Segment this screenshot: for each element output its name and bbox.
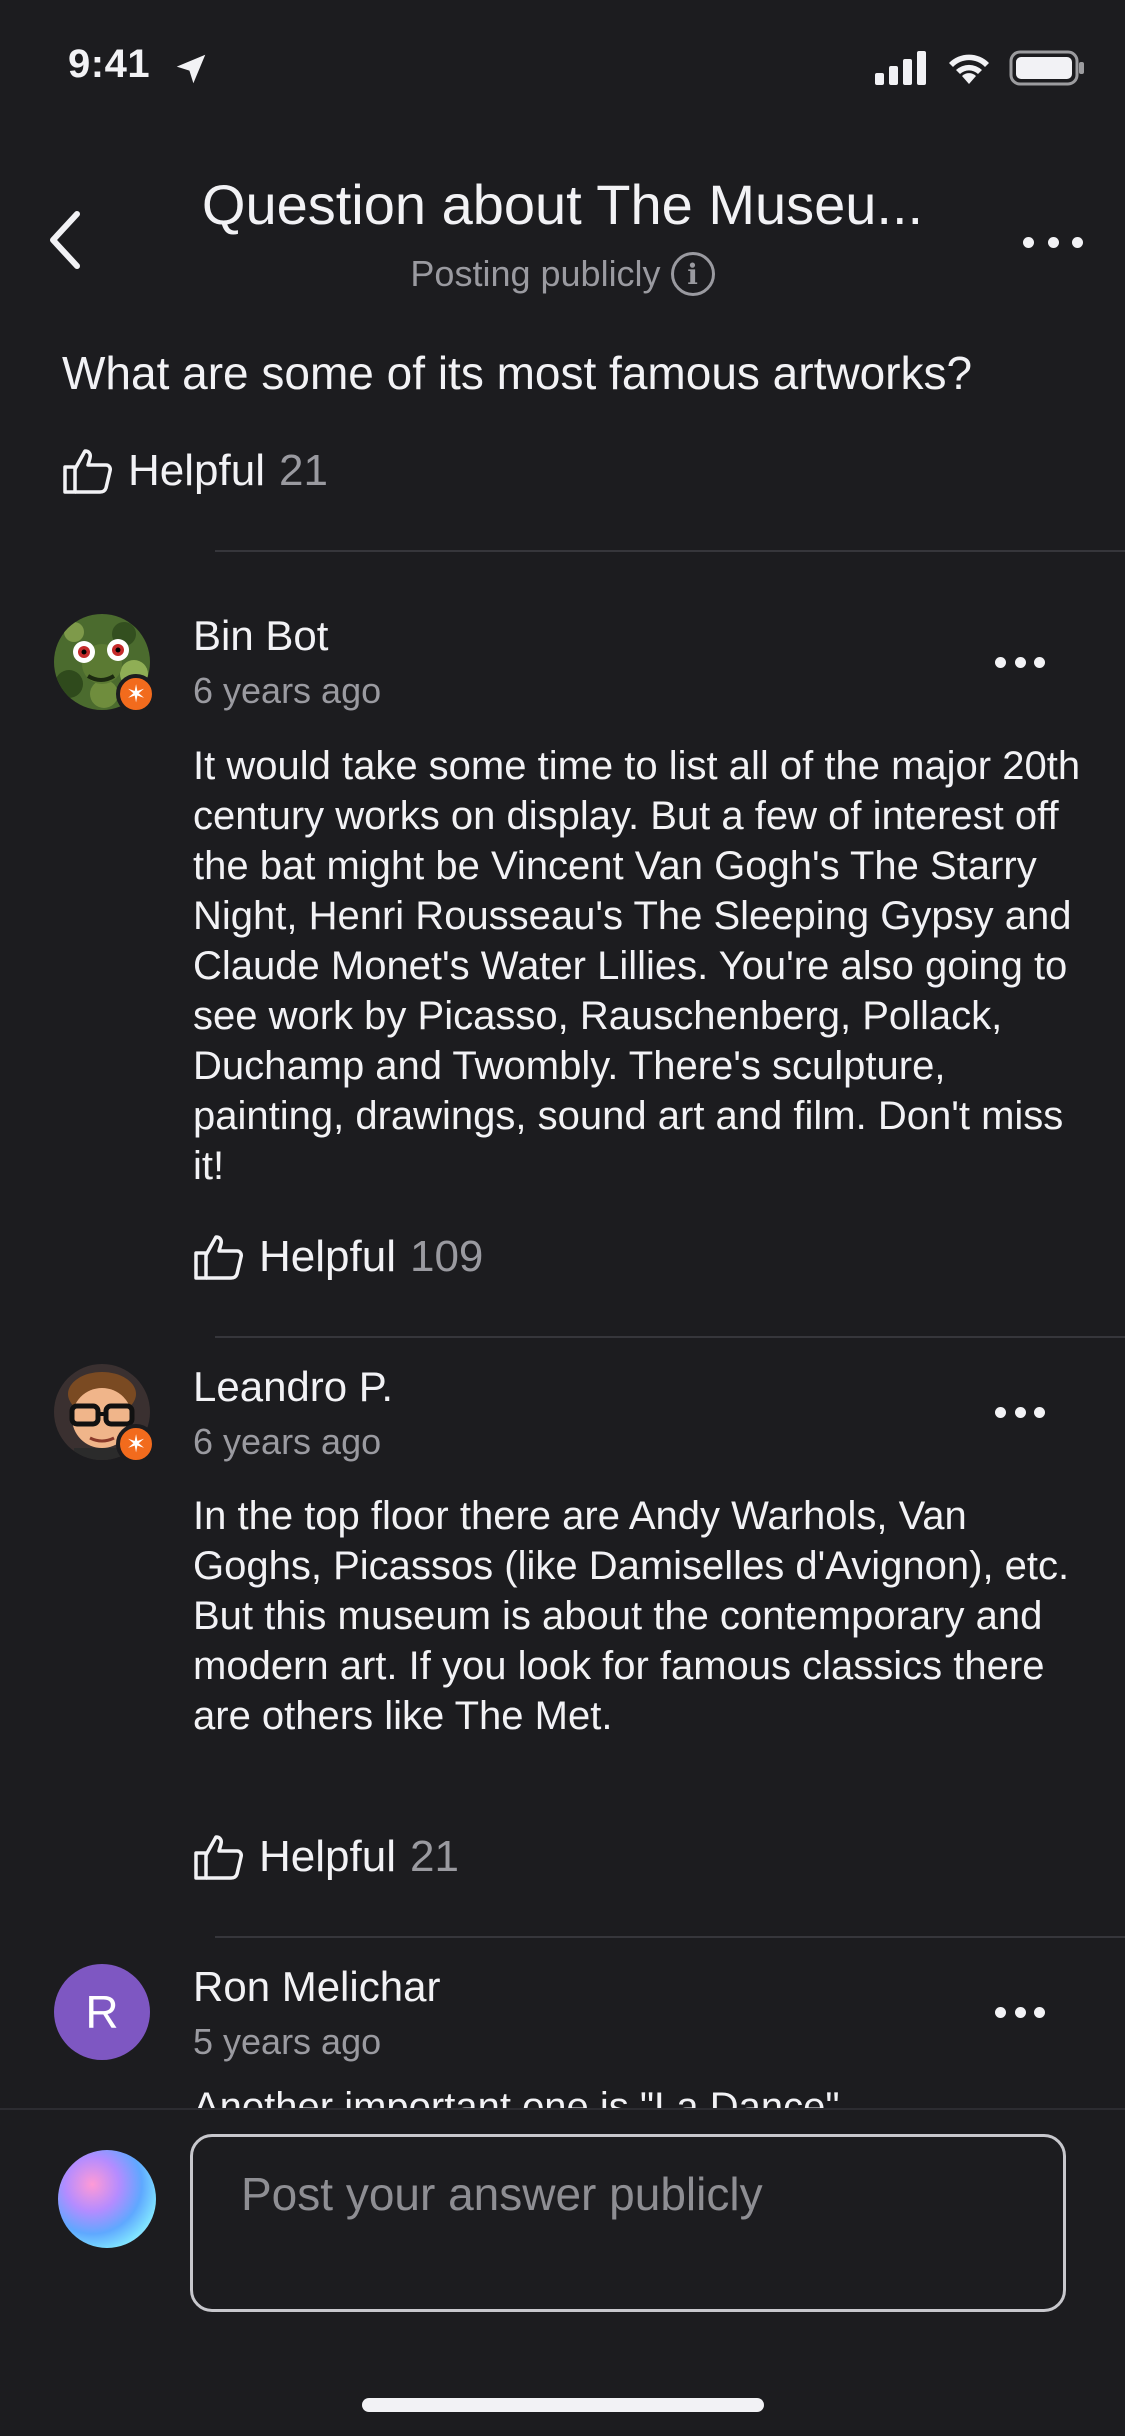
question-helpful-button[interactable]: Helpful 21 — [62, 446, 328, 496]
more-dot — [1034, 1406, 1045, 1418]
status-icons — [875, 50, 1085, 86]
answer-time: 6 years ago — [193, 1421, 382, 1462]
answer-input[interactable] — [190, 2134, 1066, 2312]
more-dot — [1023, 236, 1034, 248]
divider — [215, 1936, 1125, 1938]
more-dot — [1047, 236, 1059, 248]
answer-more-button[interactable] — [995, 1402, 1045, 1422]
thumbs-up-icon — [63, 449, 112, 494]
answer-more-button[interactable] — [995, 652, 1045, 672]
divider — [215, 550, 1125, 552]
avatar[interactable]: ✶ — [54, 614, 156, 714]
page-title: Question about The Museu... — [201, 173, 924, 236]
avatar[interactable]: R — [54, 1964, 150, 2060]
status-bar: 9:41 — [0, 0, 1125, 140]
more-dot — [1072, 236, 1083, 248]
more-dot — [1034, 2006, 1045, 2018]
home-indicator[interactable] — [362, 2398, 764, 2412]
more-dot — [995, 656, 1006, 668]
answer-body-preview: Another important one is "La Dance" — [193, 2085, 840, 2108]
answer-time: 6 years ago — [193, 670, 382, 711]
local-guide-badge: ✶ — [116, 674, 156, 714]
info-icon[interactable]: i — [670, 252, 715, 296]
answer-author[interactable]: Leandro P. — [193, 1363, 393, 1411]
more-dot — [995, 2006, 1006, 2018]
posting-visibility-label: Posting publicly — [410, 253, 661, 294]
thumbs-up-icon — [194, 1835, 243, 1880]
helpful-count: 21 — [409, 1832, 459, 1881]
more-dot — [1014, 2006, 1026, 2018]
more-dot — [995, 1406, 1006, 1418]
helpful-label: Helpful — [259, 1832, 396, 1881]
helpful-label: Helpful — [259, 1232, 396, 1281]
answer-more-button[interactable] — [995, 2002, 1045, 2022]
posting-visibility[interactable]: Posting publicly i — [0, 252, 1125, 296]
more-dot — [1014, 656, 1026, 668]
avatar[interactable]: ✶ — [54, 1364, 156, 1464]
question-text: What are some of its most famous artwork… — [62, 347, 973, 399]
helpful-label: Helpful — [128, 446, 265, 495]
cellular-signal-icon — [875, 51, 926, 85]
battery-icon — [1009, 50, 1084, 86]
header: Question about The Museu... Posting publ… — [0, 160, 1125, 310]
more-dot — [1034, 656, 1045, 668]
helpful-count: 109 — [409, 1232, 484, 1281]
answer-composer — [0, 2108, 1125, 2436]
avatar-letter: R — [54, 1964, 150, 2060]
answer-time: 5 years ago — [193, 2021, 382, 2062]
more-dot — [1014, 1406, 1026, 1418]
wifi-icon — [949, 54, 989, 84]
answer-author[interactable]: Bin Bot — [193, 612, 328, 660]
divider — [215, 1336, 1125, 1338]
local-guide-badge: ✶ — [116, 1424, 156, 1464]
status-time: 9:41 — [68, 42, 151, 86]
answer-helpful-button[interactable]: Helpful 109 — [193, 1232, 483, 1282]
header-more-button[interactable] — [1023, 222, 1083, 262]
location-arrow-icon — [176, 54, 206, 84]
answer-author[interactable]: Ron Melichar — [193, 1963, 440, 2011]
helpful-count: 21 — [278, 446, 328, 495]
user-avatar[interactable] — [58, 2150, 156, 2248]
answer-body: In the top floor there are Andy Warhols,… — [193, 1494, 1070, 1738]
screen: 9:41 Question about The Museu... Posting… — [0, 0, 1125, 2436]
thumbs-up-icon — [194, 1235, 243, 1280]
answer-helpful-button[interactable]: Helpful 21 — [193, 1832, 459, 1882]
answer-body: It would take some time to list all of t… — [193, 744, 1081, 1188]
